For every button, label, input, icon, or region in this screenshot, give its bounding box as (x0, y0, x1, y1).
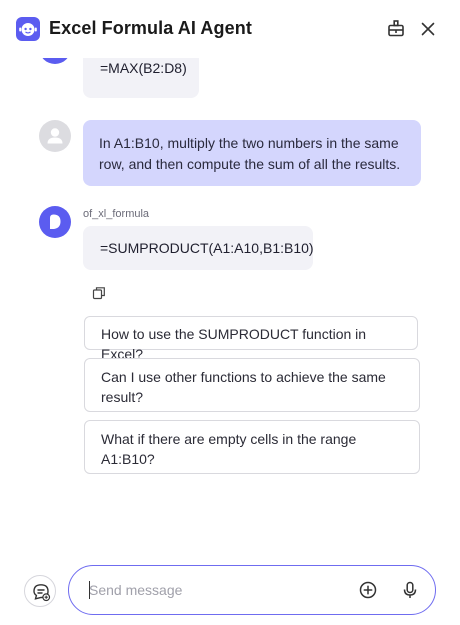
suggestion-text: How to use the SUMPRODUCT function in Ex… (101, 326, 367, 362)
header: Excel Formula AI Agent (0, 0, 460, 58)
user-avatar (39, 120, 71, 152)
bot-message-bubble: =SUMPRODUCT(A1:A10,B1:B10) (83, 226, 314, 270)
app-title: Excel Formula AI Agent (49, 18, 252, 38)
bot-message-bubble: =MAX(B2:D8) (83, 58, 199, 98)
robot-logo-icon (16, 17, 40, 41)
message-text: =SUMPRODUCT(A1:A10,B1:B10) (100, 240, 314, 256)
pin-window-icon[interactable] (385, 18, 407, 40)
message-input[interactable] (89, 579, 349, 601)
suggestion-text-line-2: result? (101, 389, 144, 405)
message-text: =MAX(B2:D8) (100, 60, 187, 76)
bot-avatar (39, 206, 71, 238)
sender-name: of_xl_formula (83, 208, 150, 220)
chat-area[interactable]: =MAX(B2:D8) In A1:B10, multiply the two … (0, 58, 460, 558)
suggestion-text-line-1: Can I use other functions to achieve the… (101, 369, 386, 385)
copy-icon[interactable] (92, 286, 106, 300)
user-message-bubble: In A1:B10, multiply the two numbers in t… (83, 120, 421, 186)
suggestion-chip[interactable]: Can I use other functions to achieve the… (84, 358, 420, 412)
suggestion-text-line-2: A1:B10? (101, 451, 155, 467)
new-chat-icon (33, 584, 51, 602)
add-attachment-icon[interactable] (358, 580, 378, 600)
suggestion-text-line-1: What if there are empty cells in the ran… (101, 431, 357, 447)
message-composer[interactable] (68, 565, 436, 615)
suggestion-chip[interactable]: What if there are empty cells in the ran… (84, 420, 420, 474)
message-text-line-2: row, and then compute the sum of all the… (99, 156, 401, 172)
text-caret (89, 581, 90, 599)
new-chat-button[interactable] (24, 575, 56, 607)
message-text-line-1: In A1:B10, multiply the two numbers in t… (99, 135, 399, 151)
microphone-icon[interactable] (400, 580, 420, 600)
suggestion-chip[interactable]: How to use the SUMPRODUCT function in Ex… (84, 316, 418, 362)
close-icon[interactable] (417, 18, 439, 40)
bot-avatar (39, 58, 71, 64)
